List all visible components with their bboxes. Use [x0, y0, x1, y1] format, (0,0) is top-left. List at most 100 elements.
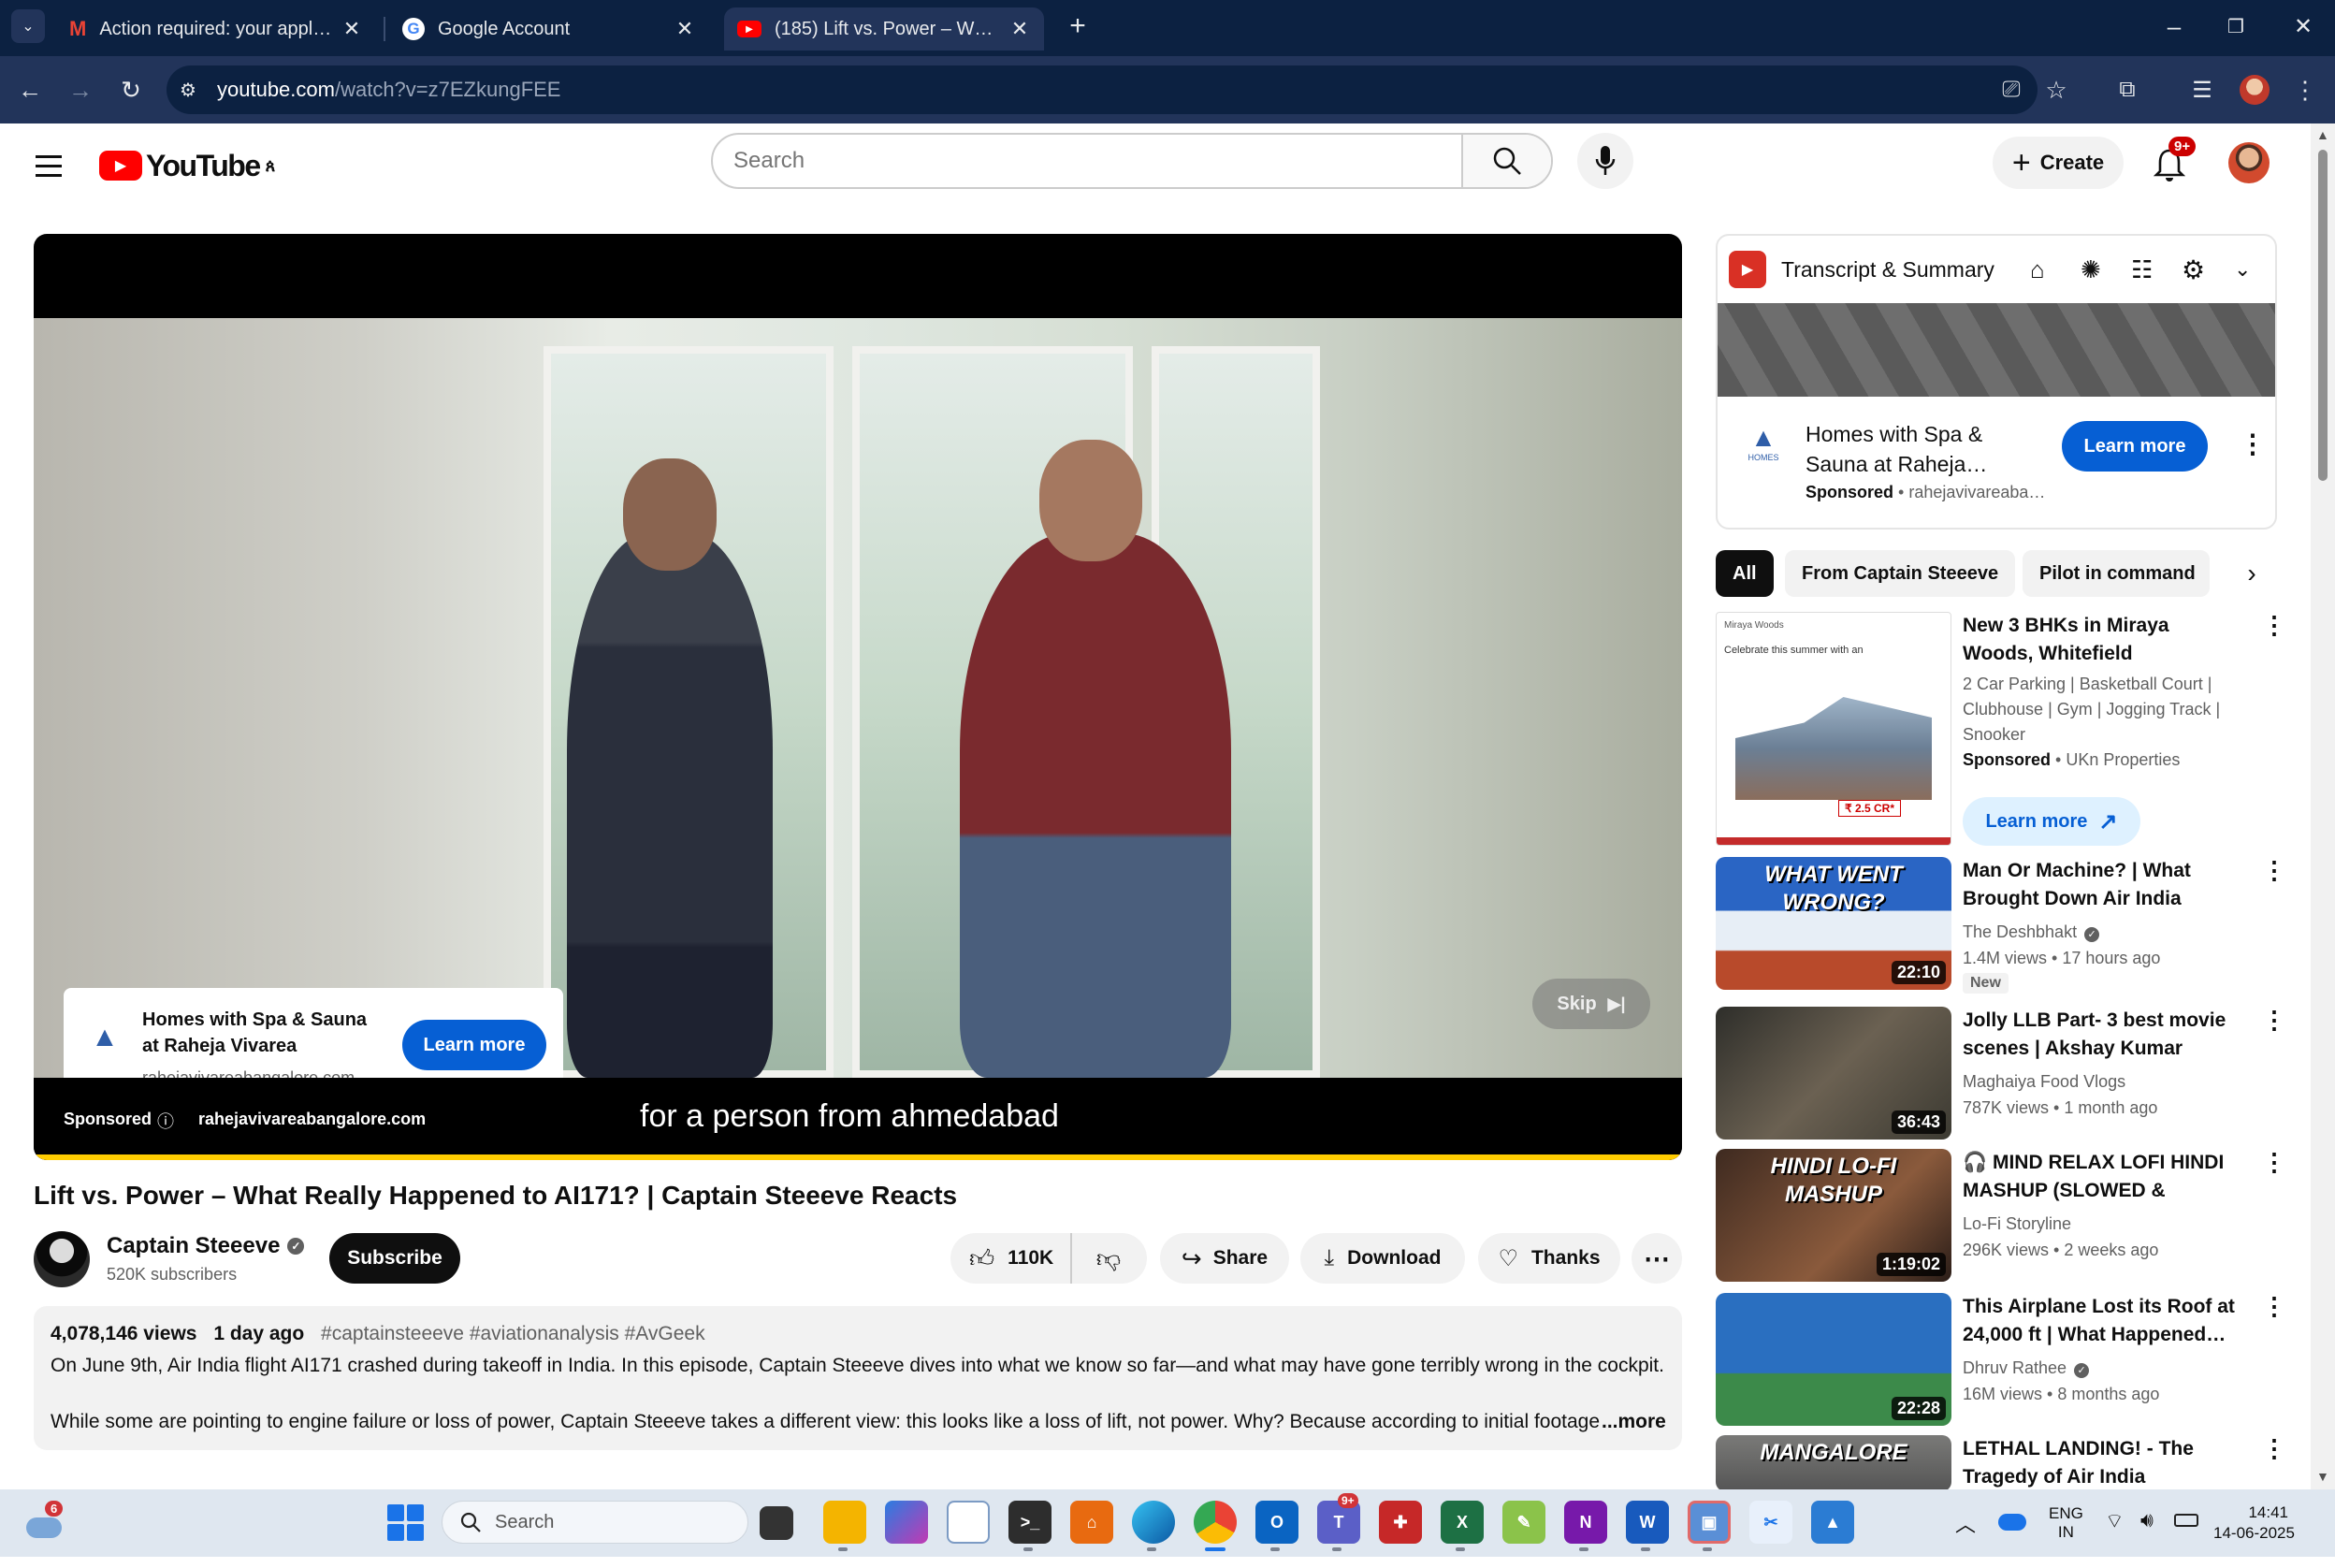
side-ad-learn-more-button[interactable]: Learn more [2062, 421, 2208, 472]
bookmark-star-icon[interactable]: ☆ [2036, 69, 2077, 110]
photos-icon[interactable]: ▲ [1811, 1501, 1854, 1544]
close-tab-icon[interactable]: ✕ [674, 17, 696, 41]
promo-menu-icon[interactable]: ⋮ [2262, 613, 2286, 637]
recommendation-menu-icon[interactable]: ⋮ [2262, 1008, 2286, 1032]
scrollbar-thumb[interactable] [2318, 150, 2328, 481]
youtube-logo[interactable]: ▶ YouTube ጰ [99, 146, 275, 185]
notepad-window-icon[interactable] [947, 1501, 990, 1544]
thanks-button[interactable]: ♡ Thanks [1478, 1233, 1620, 1284]
search-input[interactable]: Search [713, 148, 1461, 174]
sponsored-domain[interactable]: rahejavivareabangalore.com [198, 1110, 426, 1129]
promoted-listing[interactable]: Miraya Woods Celebrate this summer with … [1716, 612, 2286, 846]
battery-icon[interactable] [2174, 1514, 2198, 1527]
scroll-down-arrow-icon[interactable]: ▼ [2316, 1469, 2329, 1484]
notifications-button[interactable]: 9+ [2150, 137, 2197, 185]
language-indicator[interactable]: ENG IN [2049, 1504, 2083, 1542]
clock[interactable]: 14:41 14-06-2025 [2213, 1503, 2295, 1544]
channel-name[interactable]: Captain Steeeve ✓ [107, 1233, 305, 1259]
hashtags[interactable]: #captainsteeeve #aviationanalysis #AvGee… [321, 1323, 705, 1344]
recommendation-menu-icon[interactable]: ⋮ [2262, 1436, 2286, 1460]
forward-arrow-icon[interactable]: → [60, 69, 101, 110]
chip-from-channel[interactable]: From Captain Steeeve [1785, 550, 2016, 597]
onenote-icon[interactable]: N [1564, 1501, 1607, 1544]
show-more-link[interactable]: ...more [1602, 1411, 1666, 1433]
profile-avatar[interactable] [2240, 75, 2270, 105]
video-thumbnail[interactable]: 22:28 [1716, 1293, 1951, 1426]
recommendation-item[interactable]: 36:43 Jolly LLB Part- 3 best movie scenes… [1716, 1007, 2286, 1140]
recommendation-channel[interactable]: Lo-Fi Storyline [1963, 1214, 2071, 1234]
recommendation-item[interactable]: WHAT WENT WRONG? 22:10 Man Or Machine? | W… [1716, 857, 2286, 994]
wifi-icon[interactable]: ⌔ [2105, 1508, 2125, 1534]
tab-gmail[interactable]: M Action required: your applicatio ✕ [56, 7, 376, 51]
video-thumbnail[interactable]: HINDI LO-FI MASHUP 1:19:02 [1716, 1149, 1951, 1282]
promo-learn-more-button[interactable]: Learn more ↗ [1963, 797, 2140, 846]
dislike-button[interactable]: 👎︎ [1072, 1233, 1145, 1284]
install-app-icon[interactable]: ⎚ [1991, 69, 2032, 110]
more-actions-button[interactable]: ⋯ [1632, 1233, 1682, 1284]
subscribe-button[interactable]: Subscribe [329, 1233, 460, 1284]
m365-copilot-icon[interactable] [885, 1501, 928, 1544]
hamburger-menu-icon[interactable] [32, 148, 69, 185]
minimize-button[interactable]: – [2155, 9, 2193, 43]
tab-search-button[interactable]: ⌄ [11, 9, 45, 43]
security-app-icon[interactable]: ✚ [1379, 1501, 1422, 1544]
browser-menu-icon[interactable]: ⋮ [2284, 69, 2326, 110]
recommendation-menu-icon[interactable]: ⋮ [2262, 1294, 2286, 1318]
tab-google-account[interactable]: G Google Account ✕ [389, 7, 709, 51]
taskbar-search[interactable]: Search [442, 1501, 748, 1544]
extension-header[interactable]: ▶ Transcript & Summary ⌂ ✺ ☷ ⚙ ⌄ [1718, 236, 2275, 303]
recommendation-menu-icon[interactable]: ⋮ [2262, 1150, 2286, 1174]
create-button[interactable]: + Create [1993, 137, 2124, 189]
collapse-chevron-icon[interactable]: ⌄ [2234, 257, 2251, 282]
excel-icon[interactable]: X [1441, 1501, 1484, 1544]
share-button[interactable]: ↪ Share [1160, 1233, 1289, 1284]
search-button[interactable] [1461, 135, 1551, 187]
reading-list-icon[interactable]: ☰ [2182, 69, 2223, 110]
outlook-icon[interactable]: O [1255, 1501, 1298, 1544]
chips-next-arrow-icon[interactable]: › [2226, 550, 2277, 597]
promo-thumbnail[interactable]: Miraya Woods Celebrate this summer with … [1716, 612, 1951, 846]
robot-icon[interactable]: ⌂ [2030, 255, 2045, 284]
snipping-tool-icon[interactable]: ✂ [1749, 1501, 1792, 1544]
skip-ad-button[interactable]: Skip ▶| [1532, 979, 1650, 1029]
word-icon[interactable]: W [1626, 1501, 1669, 1544]
reload-icon[interactable]: ↻ [110, 69, 152, 110]
new-tab-button[interactable]: + [1061, 9, 1095, 43]
start-button[interactable] [387, 1504, 425, 1542]
recommendation-channel[interactable]: Maghaiya Food Vlogs [1963, 1072, 2125, 1092]
teams-icon[interactable]: T 9+ [1317, 1493, 1360, 1544]
tab-youtube-active[interactable]: ▶ (185) Lift vs. Power – What Reall ✕ [724, 7, 1044, 51]
close-tab-icon[interactable]: ✕ [341, 17, 363, 41]
page-scrollbar[interactable]: ▲ ▼ [2311, 123, 2335, 1489]
close-window-button[interactable]: ✕ [2284, 9, 2322, 43]
chip-pilot-in-command[interactable]: Pilot in command [2023, 550, 2210, 597]
back-arrow-icon[interactable]: ← [9, 69, 51, 110]
recommendation-channel[interactable]: Dhruv Rathee ✓ [1963, 1358, 2090, 1378]
channel-avatar[interactable] [34, 1231, 90, 1287]
account-avatar[interactable] [2228, 142, 2270, 183]
voice-search-button[interactable] [1577, 133, 1633, 189]
search-box[interactable]: Search [711, 133, 1553, 189]
video-player[interactable]: ▲ Homes with Spa & Sauna at Raheja Vivar… [34, 234, 1682, 1160]
video-thumbnail[interactable]: 36:43 [1716, 1007, 1951, 1140]
recommendation-channel[interactable]: The Deshbhakt ✓ [1963, 922, 2100, 942]
image-editor-icon[interactable]: ✎ [1502, 1501, 1545, 1544]
chrome-browser-icon[interactable] [1194, 1501, 1237, 1544]
download-button[interactable]: ⤓ Download [1300, 1233, 1465, 1284]
recommendation-item[interactable]: 22:28 This Airplane Lost its Roof at 24,0… [1716, 1293, 2286, 1426]
restore-button[interactable]: ❐ [2217, 9, 2255, 43]
ad-progress-bar[interactable] [34, 1154, 1682, 1160]
file-explorer-icon[interactable] [823, 1501, 866, 1544]
chip-all[interactable]: All [1716, 550, 1774, 597]
extensions-icon[interactable]: ⧉ [2107, 69, 2148, 110]
chatgpt-icon[interactable]: ✺ [2081, 255, 2101, 284]
recommendation-item[interactable]: HINDI LO-FI MASHUP 1:19:02 🎧 MIND RELAX LO… [1716, 1149, 2286, 1282]
close-tab-icon[interactable]: ✕ [1008, 17, 1031, 41]
show-hidden-icons-chevron-icon[interactable]: ︿ [1955, 1508, 1976, 1538]
video-thumbnail[interactable]: MANGALORE [1716, 1435, 1951, 1491]
description-box[interactable]: 4,078,146 views 1 day ago #captainsteeev… [34, 1306, 1682, 1450]
task-view-icon[interactable] [760, 1506, 793, 1540]
address-bar[interactable]: ⚙ youtube.com/watch?v=z7EZkungFEE [167, 65, 2038, 114]
recommendation-menu-icon[interactable]: ⋮ [2262, 858, 2286, 882]
weather-widget[interactable]: 6 [24, 1501, 67, 1542]
